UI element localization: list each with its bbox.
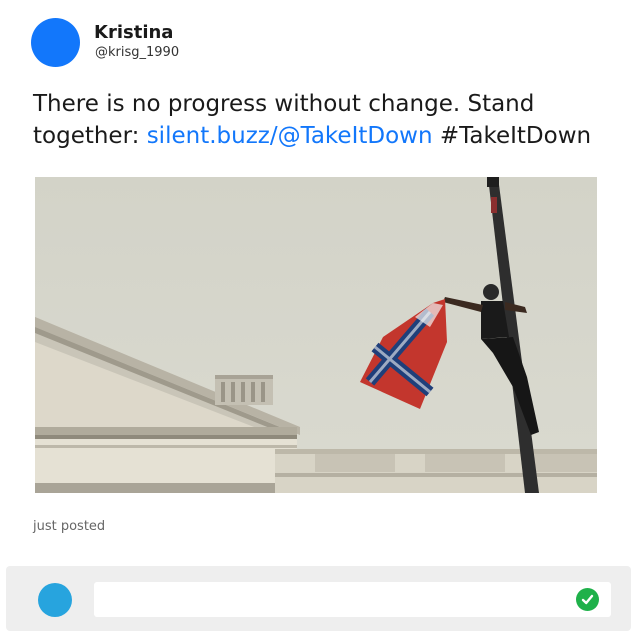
post-image[interactable] <box>35 177 597 493</box>
check-circle-icon[interactable] <box>576 588 599 611</box>
post-card: Kristina @krisg_1990 There is no progres… <box>0 0 637 637</box>
author-name[interactable]: Kristina <box>94 22 173 44</box>
reply-input[interactable] <box>94 582 611 617</box>
author-avatar[interactable] <box>31 18 80 67</box>
post-hashtag[interactable]: #TakeItDown <box>433 123 591 149</box>
post-link[interactable]: silent.buzz/@TakeItDown <box>147 123 433 149</box>
reply-bar <box>6 566 631 631</box>
checkmark-icon <box>581 594 594 605</box>
post-text: There is no progress without change. Sta… <box>33 88 623 152</box>
author-handle[interactable]: @krisg_1990 <box>95 45 179 61</box>
post-timestamp: just posted <box>33 519 106 534</box>
reply-avatar <box>38 583 72 617</box>
